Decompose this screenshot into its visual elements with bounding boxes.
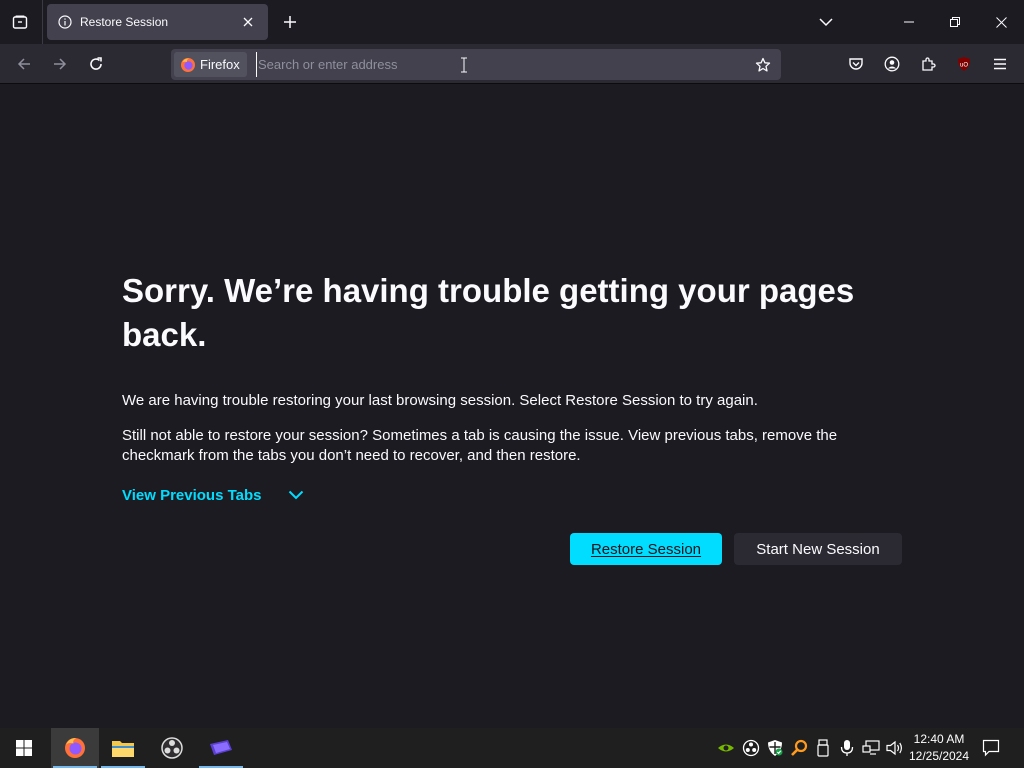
page-title: Sorry. We’re having trouble getting your… <box>122 272 855 353</box>
app-menu-button[interactable] <box>986 50 1014 78</box>
back-arrow-icon <box>17 58 30 70</box>
pocket-button[interactable] <box>842 50 870 78</box>
identity-label: Firefox <box>200 57 240 72</box>
firefox-logo-icon <box>181 57 195 72</box>
firefox-view-icon <box>12 15 28 29</box>
close-tab-icon[interactable] <box>238 12 258 32</box>
reload-icon <box>90 57 102 70</box>
security-shield-icon[interactable] <box>765 738 785 758</box>
svg-text:uO: uO <box>960 63 968 69</box>
new-tab-button[interactable] <box>276 8 304 36</box>
taskbar-game-app[interactable] <box>197 728 245 768</box>
file-explorer-icon <box>112 741 134 757</box>
start-new-session-button[interactable]: Start New Session <box>734 533 902 565</box>
identity-box[interactable]: Firefox <box>174 52 247 77</box>
close-window-button[interactable] <box>978 0 1024 44</box>
minimize-icon <box>904 21 914 23</box>
description-paragraph: We are having trouble restoring your las… <box>122 392 758 409</box>
taskbar-obs[interactable] <box>148 728 196 768</box>
taskbar-file-explorer[interactable] <box>99 728 147 768</box>
bookmark-star-button[interactable] <box>749 51 777 78</box>
forward-button[interactable] <box>46 50 74 78</box>
taskbar-firefox[interactable] <box>51 728 99 768</box>
restore-window-button[interactable] <box>932 0 978 44</box>
puzzle-icon <box>922 57 936 71</box>
notification-icon <box>982 739 1000 757</box>
tab-separator <box>42 0 43 44</box>
notification-center-button[interactable] <box>979 736 1003 760</box>
restore-session-button[interactable]: Restore Session <box>570 533 722 565</box>
tab-strip: Restore Session <box>0 0 1024 44</box>
chevron-down-icon <box>286 485 306 505</box>
firefox-icon <box>65 738 85 758</box>
list-all-tabs-button[interactable] <box>812 8 840 36</box>
forward-arrow-icon <box>54 58 67 70</box>
volume-icon[interactable] <box>885 738 905 758</box>
restore-window-icon <box>950 17 960 27</box>
account-icon <box>884 56 900 72</box>
text-cursor-icon <box>460 57 468 73</box>
page-content: Sorry. We’re having trouble getting your… <box>0 85 1024 728</box>
extensions-button[interactable] <box>914 50 942 78</box>
view-previous-tabs-toggle[interactable]: View Previous Tabs <box>122 485 306 505</box>
address-input[interactable] <box>256 52 736 77</box>
ublock-origin-icon: uO <box>958 57 970 71</box>
hamburger-menu-icon <box>994 58 1006 70</box>
ublock-origin-button[interactable]: uO <box>950 50 978 78</box>
account-button[interactable] <box>878 50 906 78</box>
firefox-view-button[interactable] <box>6 8 34 36</box>
url-bar[interactable]: Firefox <box>171 49 781 80</box>
windows-logo-icon <box>16 740 32 756</box>
start-button[interactable] <box>0 728 48 768</box>
search-tool-icon[interactable] <box>789 738 809 758</box>
help-paragraph: Still not able to restore your session? … <box>122 427 838 464</box>
microphone-icon[interactable] <box>837 738 857 758</box>
windows-taskbar: 12:40 AM 12/25/2024 <box>0 728 1024 768</box>
nvidia-icon[interactable] <box>716 738 736 758</box>
info-icon <box>57 14 73 30</box>
obs-icon <box>161 737 183 759</box>
star-icon <box>755 57 771 72</box>
clock-time: 12:40 AM <box>913 732 965 746</box>
pocket-icon <box>849 58 863 70</box>
system-clock[interactable]: 12:40 AM 12/25/2024 <box>905 731 973 765</box>
tab-title: Restore Session <box>80 15 169 29</box>
navigation-toolbar: Firefox uO <box>0 44 1024 84</box>
reload-button[interactable] <box>82 50 110 78</box>
usb-icon[interactable] <box>813 738 833 758</box>
obs-tray-icon[interactable] <box>741 738 761 758</box>
clock-date: 12/25/2024 <box>908 749 970 763</box>
plus-icon <box>284 16 296 28</box>
tab-restore-session[interactable]: Restore Session <box>47 4 268 40</box>
close-icon <box>995 16 1007 28</box>
chevron-down-icon <box>819 18 833 27</box>
game-app-icon <box>210 740 232 755</box>
back-button[interactable] <box>10 50 38 78</box>
network-icon[interactable] <box>861 738 881 758</box>
minimize-button[interactable] <box>886 0 932 44</box>
view-previous-tabs-label: View Previous Tabs <box>122 486 262 504</box>
